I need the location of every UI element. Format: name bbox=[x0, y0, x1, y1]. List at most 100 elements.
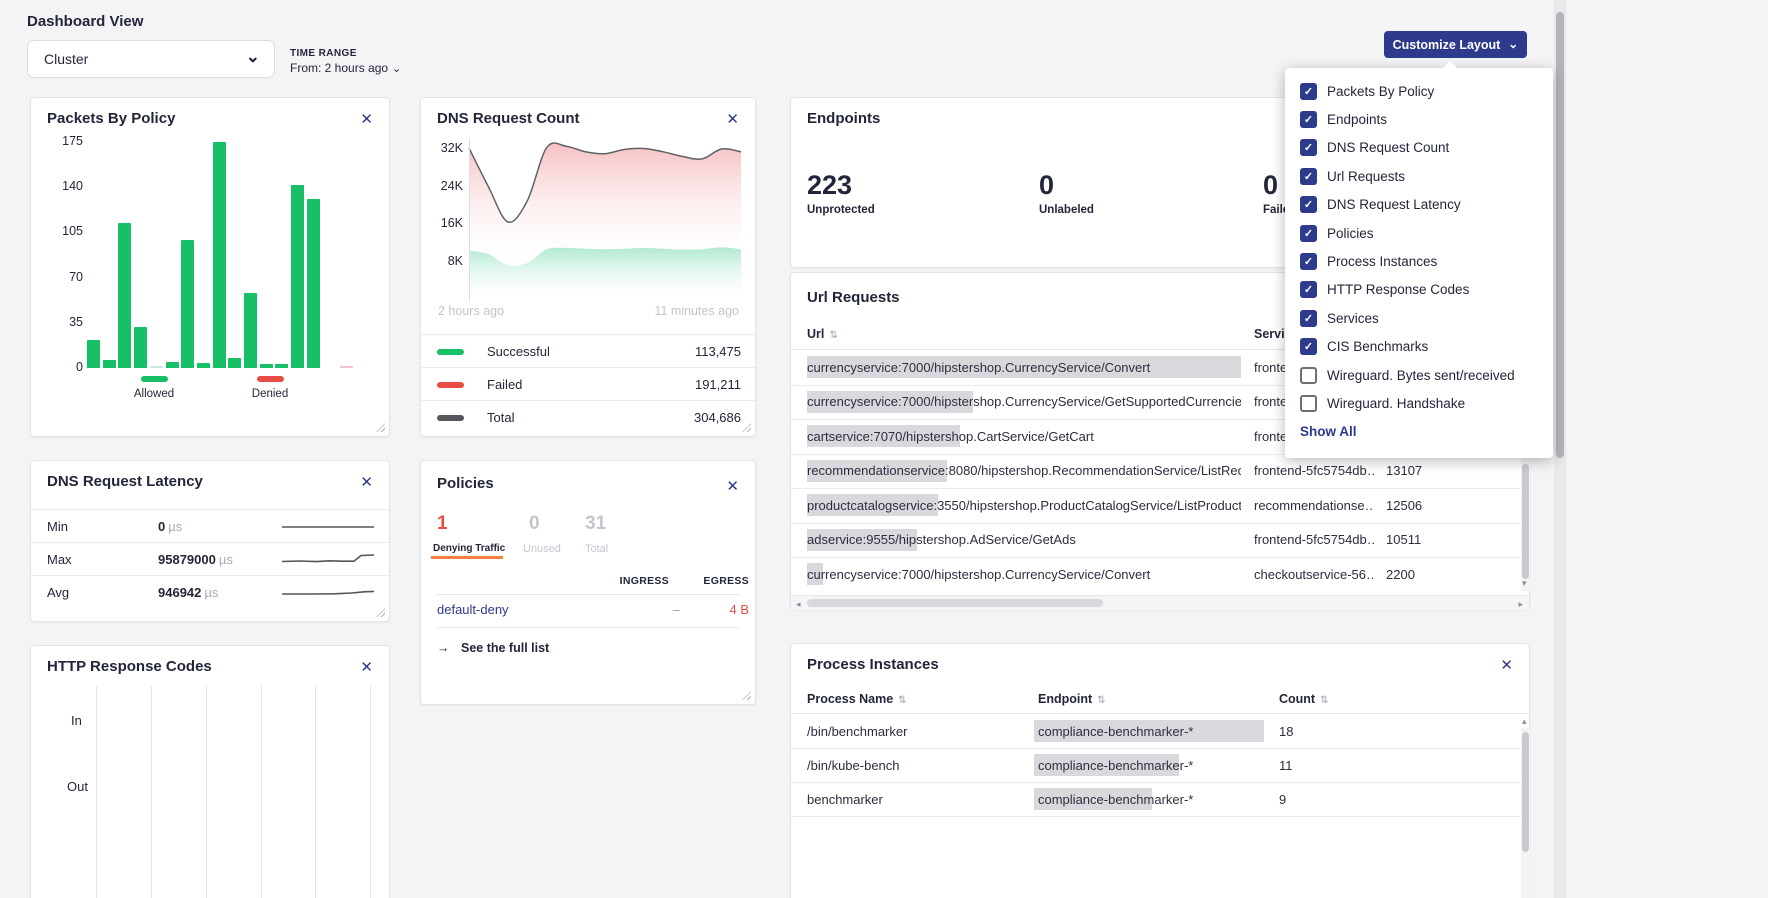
close-icon[interactable]: ✕ bbox=[726, 477, 739, 495]
grid-line bbox=[370, 686, 371, 898]
scroll-right-icon[interactable]: ▸ bbox=[1518, 599, 1523, 610]
resize-handle[interactable] bbox=[376, 608, 385, 617]
checkbox-checked-icon[interactable]: ✓ bbox=[1300, 139, 1317, 156]
menu-item-http-response-codes[interactable]: ✓ HTTP Response Codes bbox=[1285, 276, 1553, 304]
sort-icon[interactable]: ⇅ bbox=[1320, 695, 1328, 706]
table-row[interactable]: /bin/benchmarkercompliance-benchmarker-*… bbox=[791, 714, 1531, 749]
process-name-cell: /bin/kube-bench bbox=[807, 748, 1027, 782]
close-icon[interactable]: ✕ bbox=[360, 110, 373, 128]
table-row[interactable]: benchmarkercompliance-benchmarker-*9 bbox=[791, 782, 1531, 817]
bar-allowed-8[interactable] bbox=[213, 142, 226, 368]
legend-label: Denied bbox=[243, 388, 297, 400]
sort-icon[interactable]: ⇅ bbox=[898, 695, 906, 706]
checkbox-checked-icon[interactable]: ✓ bbox=[1300, 196, 1317, 213]
bar-allowed-12[interactable] bbox=[275, 364, 288, 368]
menu-item-dns-request-count[interactable]: ✓DNS Request Count bbox=[1285, 134, 1553, 162]
menu-item-wireguard-handshake[interactable]: Wireguard. Handshake bbox=[1285, 389, 1553, 417]
count-cell: 10511 bbox=[1386, 523, 1466, 558]
table-row[interactable]: /bin/kube-benchcompliance-benchmarker-*1… bbox=[791, 748, 1531, 783]
url-cell: currencyservice:7000/hipstershop.Currenc… bbox=[807, 557, 1241, 592]
column-header-endpoint[interactable]: Endpoint⇅ bbox=[1038, 692, 1106, 706]
menu-item-policies[interactable]: ✓Policies bbox=[1285, 219, 1553, 247]
packets-by-policy-card: Packets By Policy ✕ 17514010570350Allowe… bbox=[30, 97, 390, 437]
scroll-up-icon[interactable]: ▴ bbox=[1522, 716, 1527, 727]
bar-allowed-2[interactable] bbox=[118, 223, 131, 368]
checkbox-checked-icon[interactable]: ✓ bbox=[1300, 83, 1317, 100]
x-axis-start-label: 2 hours ago bbox=[438, 304, 504, 318]
count-text: 9 bbox=[1279, 792, 1286, 807]
table-row[interactable]: recommendationservice:8080/hipstershop.R… bbox=[791, 454, 1531, 490]
table-row[interactable]: adservice:9555/hipstershop.AdService/Get… bbox=[791, 523, 1531, 559]
checkbox-unchecked-icon[interactable] bbox=[1300, 395, 1317, 412]
bar-allowed-9[interactable] bbox=[228, 358, 241, 368]
table-vertical-scrollbar[interactable] bbox=[1521, 728, 1530, 898]
tab-unused[interactable]: Unused bbox=[523, 543, 561, 555]
legend-label: Allowed bbox=[127, 388, 181, 400]
sort-icon[interactable]: ⇅ bbox=[829, 330, 837, 341]
bar-allowed-7[interactable] bbox=[197, 363, 210, 368]
column-header-process-name[interactable]: Process Name⇅ bbox=[807, 692, 907, 706]
checkbox-checked-icon[interactable]: ✓ bbox=[1300, 225, 1317, 242]
bar-allowed-13[interactable] bbox=[291, 185, 304, 368]
menu-item-wireguard-bytes-sent-received[interactable]: Wireguard. Bytes sent/received bbox=[1285, 361, 1553, 389]
table-row[interactable]: currencyservice:7000/hipstershop.Currenc… bbox=[791, 557, 1531, 592]
bar-denied-0[interactable] bbox=[340, 366, 353, 368]
time-range-from-dropdown[interactable]: From: 2 hours ago⌄ bbox=[290, 61, 401, 75]
endpoint-stat-value-failed: 0 bbox=[1263, 170, 1278, 201]
policies-total-count: 31 bbox=[585, 513, 606, 535]
scrollbar-thumb[interactable] bbox=[1522, 732, 1529, 852]
bar-allowed-5[interactable] bbox=[166, 362, 179, 368]
checkbox-unchecked-icon[interactable] bbox=[1300, 367, 1317, 384]
menu-item-label: Endpoints bbox=[1327, 112, 1387, 127]
resize-handle[interactable] bbox=[742, 691, 751, 700]
bar-allowed-1[interactable] bbox=[103, 360, 116, 368]
menu-item-url-requests[interactable]: ✓Url Requests bbox=[1285, 162, 1553, 190]
bar-allowed-10[interactable] bbox=[244, 293, 257, 368]
menu-item-cis-benchmarks[interactable]: ✓CIS Benchmarks bbox=[1285, 333, 1553, 361]
close-icon[interactable]: ✕ bbox=[1500, 656, 1513, 674]
column-header-count[interactable]: Count⇅ bbox=[1279, 692, 1329, 706]
show-all-link[interactable]: Show All bbox=[1300, 424, 1357, 439]
sort-icon[interactable]: ⇅ bbox=[1097, 695, 1105, 706]
policy-link-default-deny[interactable]: default-deny bbox=[437, 602, 509, 617]
scrollbar-thumb[interactable] bbox=[1522, 464, 1529, 579]
scrollbar-thumb[interactable] bbox=[807, 599, 1103, 607]
close-icon[interactable]: ✕ bbox=[360, 658, 373, 676]
bar-allowed-11[interactable] bbox=[260, 364, 273, 368]
scroll-left-icon[interactable]: ◂ bbox=[796, 599, 801, 610]
page-scrollbar-thumb[interactable] bbox=[1556, 12, 1564, 458]
checkbox-checked-icon[interactable]: ✓ bbox=[1300, 111, 1317, 128]
bar-allowed-6[interactable] bbox=[181, 240, 194, 368]
page-title: Dashboard View bbox=[27, 13, 143, 30]
bar-allowed-0[interactable] bbox=[87, 340, 100, 368]
column-header-url[interactable]: Url⇅ bbox=[807, 327, 838, 341]
checkbox-checked-icon[interactable]: ✓ bbox=[1300, 338, 1317, 355]
checkbox-checked-icon[interactable]: ✓ bbox=[1300, 168, 1317, 185]
menu-item-endpoints[interactable]: ✓ Endpoints bbox=[1285, 105, 1553, 133]
see-full-list-link[interactable]: → See the full list bbox=[437, 641, 549, 655]
menu-item-process-instances[interactable]: ✓Process Instances bbox=[1285, 247, 1553, 275]
tab-total[interactable]: Total bbox=[585, 543, 608, 555]
scroll-down-icon[interactable]: ▾ bbox=[1522, 578, 1527, 589]
checkbox-checked-icon[interactable]: ✓ bbox=[1300, 253, 1317, 270]
close-icon[interactable]: ✕ bbox=[360, 473, 373, 491]
area-failed bbox=[469, 143, 741, 266]
checkbox-checked-icon[interactable]: ✓ bbox=[1300, 281, 1317, 298]
bar-allowed-3[interactable] bbox=[134, 327, 147, 368]
table-row[interactable]: productcatalogservice:3550/hipstershop.P… bbox=[791, 488, 1531, 524]
checkbox-checked-icon[interactable]: ✓ bbox=[1300, 310, 1317, 327]
menu-item-dns-request-latency[interactable]: ✓DNS Request Latency bbox=[1285, 191, 1553, 219]
bar-allowed-14[interactable] bbox=[307, 199, 320, 368]
table-horizontal-scrollbar[interactable]: ◂ ▸ bbox=[791, 595, 1529, 610]
customize-layout-button[interactable]: Customize Layout ⌄ bbox=[1384, 31, 1527, 58]
close-icon[interactable]: ✕ bbox=[726, 110, 739, 128]
process-name-text: /bin/benchmarker bbox=[807, 724, 907, 739]
latency-unit: µs bbox=[168, 519, 182, 534]
view-selector-dropdown[interactable]: Cluster ⌄ bbox=[27, 40, 275, 78]
menu-item-packets-by-policy[interactable]: ✓Packets By Policy bbox=[1285, 77, 1553, 105]
menu-item-label: HTTP Response Codes bbox=[1327, 282, 1469, 297]
menu-item-services[interactable]: ✓Services bbox=[1285, 304, 1553, 332]
tab-denying-traffic[interactable]: Denying Traffic bbox=[433, 543, 505, 554]
bar-allowed-4[interactable] bbox=[150, 366, 163, 368]
grid-line bbox=[96, 686, 97, 898]
